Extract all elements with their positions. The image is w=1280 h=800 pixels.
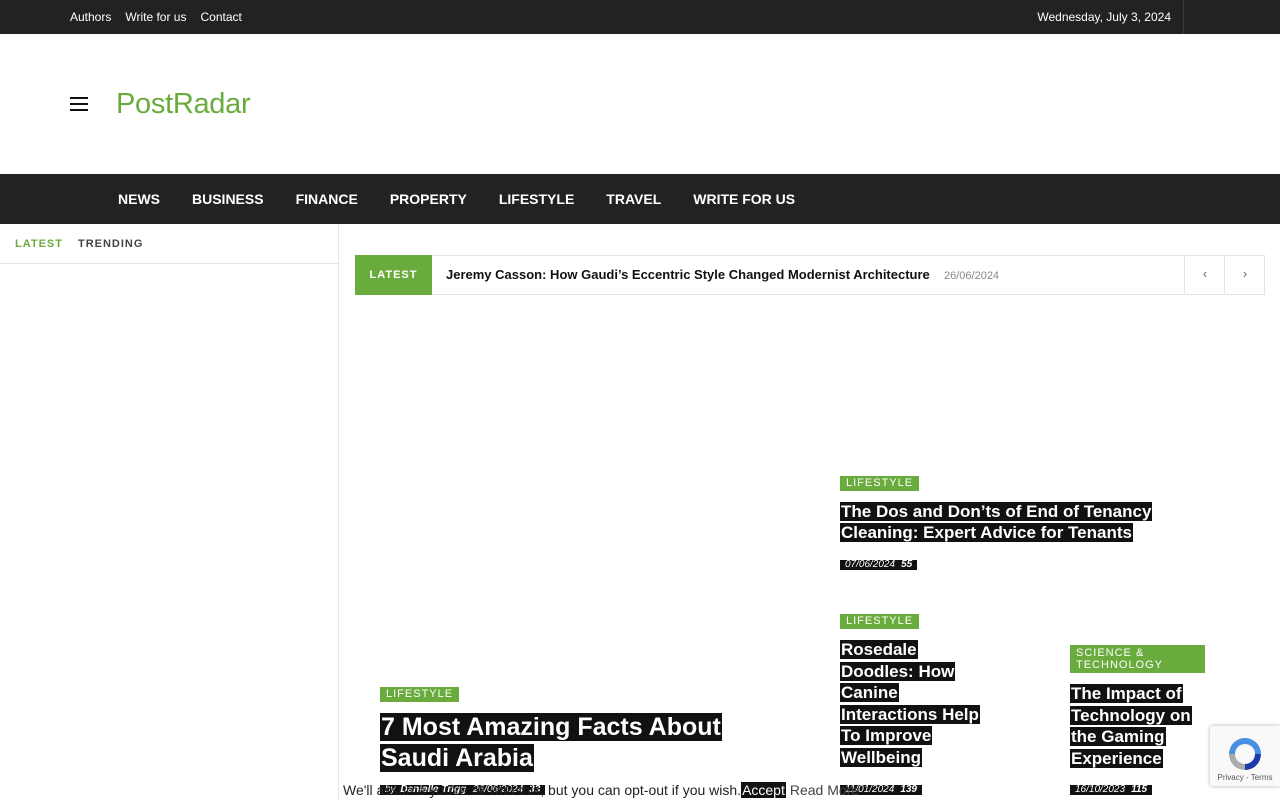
chevron-right-icon: › <box>1242 266 1248 281</box>
featured-bottom-middle-title[interactable]: Rosedale Doodles: How Canine Interaction… <box>840 639 990 768</box>
sidebar-tabs: LATEST TRENDING <box>0 224 338 264</box>
top-bar-divider <box>1183 0 1184 34</box>
sidebar: LATEST TRENDING <box>0 224 339 800</box>
category-badge[interactable]: LIFESTYLE <box>380 687 460 702</box>
view-count: 55 <box>901 559 913 570</box>
ticker-next-button[interactable]: › <box>1224 255 1265 295</box>
featured-top-right-title[interactable]: The Dos and Don’ts of End of Tenancy Cle… <box>840 501 1200 543</box>
featured-bottom-right-meta: 16/10/2023 115 <box>1070 784 1153 795</box>
view-count: 139 <box>900 784 917 795</box>
recaptcha-icon <box>1229 738 1261 770</box>
featured-top-right-title-text: The Dos and Don’ts of End of Tenancy Cle… <box>840 502 1153 542</box>
nav-item-write-for-us[interactable]: WRITE FOR US <box>677 174 811 224</box>
cookie-read-more-link[interactable]: Read More <box>790 782 859 798</box>
category-badge[interactable]: SCIENCE & TECHNOLOGY <box>1070 645 1205 673</box>
tab-trending[interactable]: TRENDING <box>78 238 143 250</box>
ticker-headline[interactable]: Jeremy Casson: How Gaudi’s Eccentric Sty… <box>446 256 930 294</box>
cookie-text: We'll assume you're ok with this, but yo… <box>343 782 742 798</box>
nav-item-lifestyle[interactable]: LIFESTYLE <box>483 174 590 224</box>
featured-main-title[interactable]: 7 Most Amazing Facts About Saudi Arabia <box>380 712 770 774</box>
featured-bottom-right-title-text: The Impact of Technology on the Gaming E… <box>1070 684 1192 768</box>
tab-latest[interactable]: LATEST <box>15 238 63 250</box>
current-date: Wednesday, July 3, 2024 <box>1037 10 1171 24</box>
nav-item-finance[interactable]: FINANCE <box>280 174 374 224</box>
post-date: 16/10/2023 <box>1075 784 1126 795</box>
ticker-label: LATEST <box>355 255 432 295</box>
recaptcha-badge[interactable]: Privacy - Terms <box>1210 726 1280 786</box>
news-ticker: LATEST Jeremy Casson: How Gaudi’s Eccent… <box>355 255 1265 295</box>
cookie-notice: We'll assume you're ok with this, but yo… <box>343 781 859 800</box>
top-link-write-for-us[interactable]: Write for us <box>125 10 186 24</box>
menu-icon[interactable] <box>70 97 88 111</box>
ticker-date: 26/06/2024 <box>944 270 1000 282</box>
category-badge[interactable]: LIFESTYLE <box>840 476 920 491</box>
featured-bottom-middle-title-text: Rosedale Doodles: How Canine Interaction… <box>840 640 980 767</box>
top-link-contact[interactable]: Contact <box>200 10 241 24</box>
nav-item-business[interactable]: BUSINESS <box>176 174 280 224</box>
main-nav: NEWS BUSINESS FINANCE PROPERTY LIFESTYLE… <box>0 174 1280 224</box>
nav-item-property[interactable]: PROPERTY <box>374 174 483 224</box>
category-badge[interactable]: LIFESTYLE <box>840 614 920 629</box>
nav-item-news[interactable]: NEWS <box>102 174 176 224</box>
view-count: 115 <box>1131 784 1148 795</box>
recaptcha-links[interactable]: Privacy - Terms <box>1210 773 1280 782</box>
top-link-authors[interactable]: Authors <box>70 10 111 24</box>
cookie-accept-button[interactable]: Accept <box>741 782 786 798</box>
featured-top-right-meta: 07/06/2024 55 <box>840 559 918 570</box>
top-links: Authors Write for us Contact <box>70 0 242 34</box>
ticker-prev-button[interactable]: ‹ <box>1184 255 1225 295</box>
nav-item-travel[interactable]: TRAVEL <box>590 174 677 224</box>
featured-bottom-right-title[interactable]: The Impact of Technology on the Gaming E… <box>1070 683 1200 769</box>
top-bar: Authors Write for us Contact Wednesday, … <box>0 0 1280 34</box>
chevron-left-icon: ‹ <box>1202 266 1208 281</box>
site-logo[interactable]: PostRadar <box>116 88 251 121</box>
featured-main-title-text: 7 Most Amazing Facts About Saudi Arabia <box>380 713 722 772</box>
post-date: 07/06/2024 <box>845 559 896 570</box>
